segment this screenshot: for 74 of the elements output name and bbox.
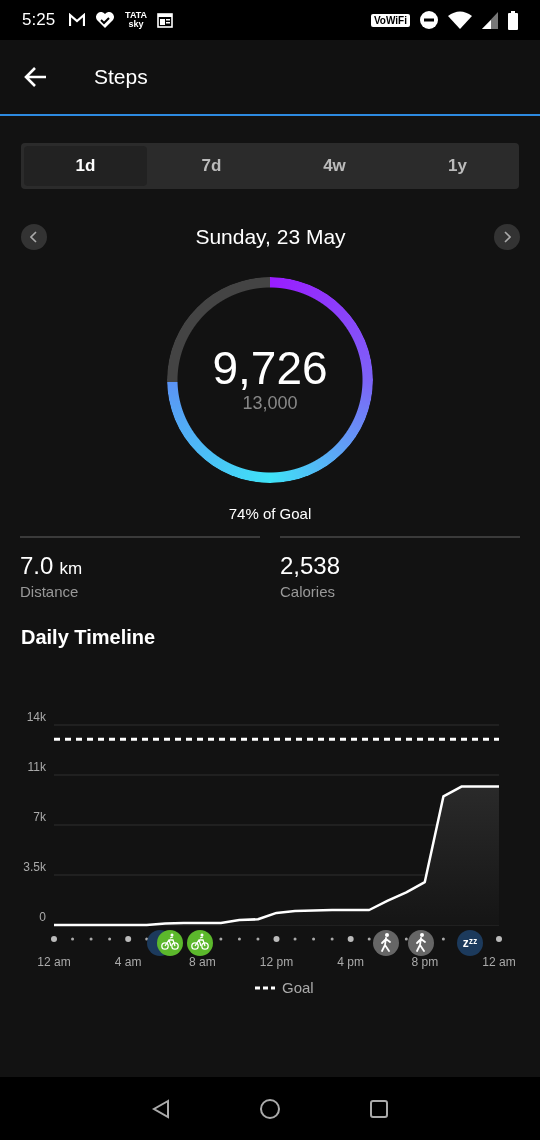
step-goal: 13,000 xyxy=(242,392,298,414)
y-axis-label: 14k xyxy=(26,710,46,724)
y-axis-label: 11k xyxy=(27,760,46,774)
back-arrow-icon xyxy=(24,65,48,89)
hour-dot xyxy=(496,936,502,942)
hour-dot xyxy=(293,937,297,941)
mail-icon xyxy=(69,13,86,27)
signal-icon xyxy=(482,11,498,29)
battery-icon xyxy=(508,10,518,30)
walking-marker[interactable] xyxy=(408,930,434,956)
cycling-marker[interactable] xyxy=(187,930,213,956)
hour-dot xyxy=(51,936,57,942)
step-count: 9,726 xyxy=(212,342,328,393)
stat-value: 2,538 xyxy=(280,552,341,580)
do-not-disturb-icon xyxy=(420,11,438,29)
calendar-icon xyxy=(157,12,174,28)
goal-percentage: 74% of Goal xyxy=(228,505,312,522)
legend-label: Goal xyxy=(282,979,314,996)
circle-home-icon xyxy=(259,1097,281,1120)
hour-dot xyxy=(125,936,132,942)
hour-dot xyxy=(71,937,75,941)
y-axis-label: 0 xyxy=(39,910,46,924)
range-tab[interactable]: 1y xyxy=(396,143,519,189)
wifi-icon xyxy=(448,11,472,29)
range-tab[interactable]: 4w xyxy=(273,143,396,189)
y-axis-label: 7k xyxy=(33,810,46,824)
x-axis-label: 8 am xyxy=(189,955,216,969)
previous-day-button[interactable] xyxy=(21,224,47,250)
hour-dot xyxy=(145,937,149,941)
chevron-right-icon xyxy=(503,231,511,243)
stat-unit: km xyxy=(59,559,83,579)
hour-dot xyxy=(441,937,445,941)
stat-label: Distance xyxy=(20,583,80,600)
clock: 5:25 xyxy=(22,10,56,30)
sleep-marker[interactable]: zᶻᶻ xyxy=(457,930,483,956)
heart-icon xyxy=(95,12,116,28)
section-title: Daily Timeline xyxy=(21,625,157,650)
cycling-marker[interactable] xyxy=(157,930,183,956)
hour-dot xyxy=(330,937,334,941)
hour-dot xyxy=(367,937,371,941)
y-axis-label: 3.5k xyxy=(23,860,46,874)
x-axis-label: 12 am xyxy=(482,955,516,969)
x-axis-label: 12 am xyxy=(37,955,71,969)
back-button[interactable] xyxy=(24,65,48,89)
legend-dash-icon xyxy=(255,986,275,990)
chevron-left-icon xyxy=(30,231,38,243)
x-axis-label: 4 am xyxy=(114,955,142,969)
square-recents-icon xyxy=(369,1098,389,1119)
x-axis-label: 12 pm xyxy=(259,955,294,969)
x-axis-label: 4 pm xyxy=(337,955,364,969)
back-nav-button[interactable] xyxy=(151,1098,171,1119)
next-day-button[interactable] xyxy=(494,224,520,250)
wifi-calling-badge: VoWiFi xyxy=(370,13,410,27)
walking-marker[interactable] xyxy=(373,930,399,956)
hour-dot xyxy=(312,937,316,941)
stat-label: Calories xyxy=(280,583,337,600)
range-tab[interactable]: 7d xyxy=(150,143,273,189)
hour-dot xyxy=(256,937,260,941)
hour-dot xyxy=(237,937,241,941)
hour-dot xyxy=(108,937,112,941)
range-tab[interactable]: 1d xyxy=(24,146,147,186)
hour-dot xyxy=(404,937,408,941)
hour-dot xyxy=(89,937,93,941)
home-nav-button[interactable] xyxy=(259,1097,281,1120)
hour-dot xyxy=(347,936,354,942)
recents-nav-button[interactable] xyxy=(369,1098,389,1119)
triangle-back-icon xyxy=(151,1098,171,1119)
x-axis-label: 8 pm xyxy=(411,955,439,969)
screen-title: Steps xyxy=(94,65,148,89)
hour-dot xyxy=(273,936,280,942)
date-label: Sunday, 23 May xyxy=(195,225,346,249)
stat-value: 7.0 xyxy=(20,552,54,580)
hour-dot xyxy=(219,937,223,941)
tv-app-icon: TATA sky xyxy=(125,11,148,29)
